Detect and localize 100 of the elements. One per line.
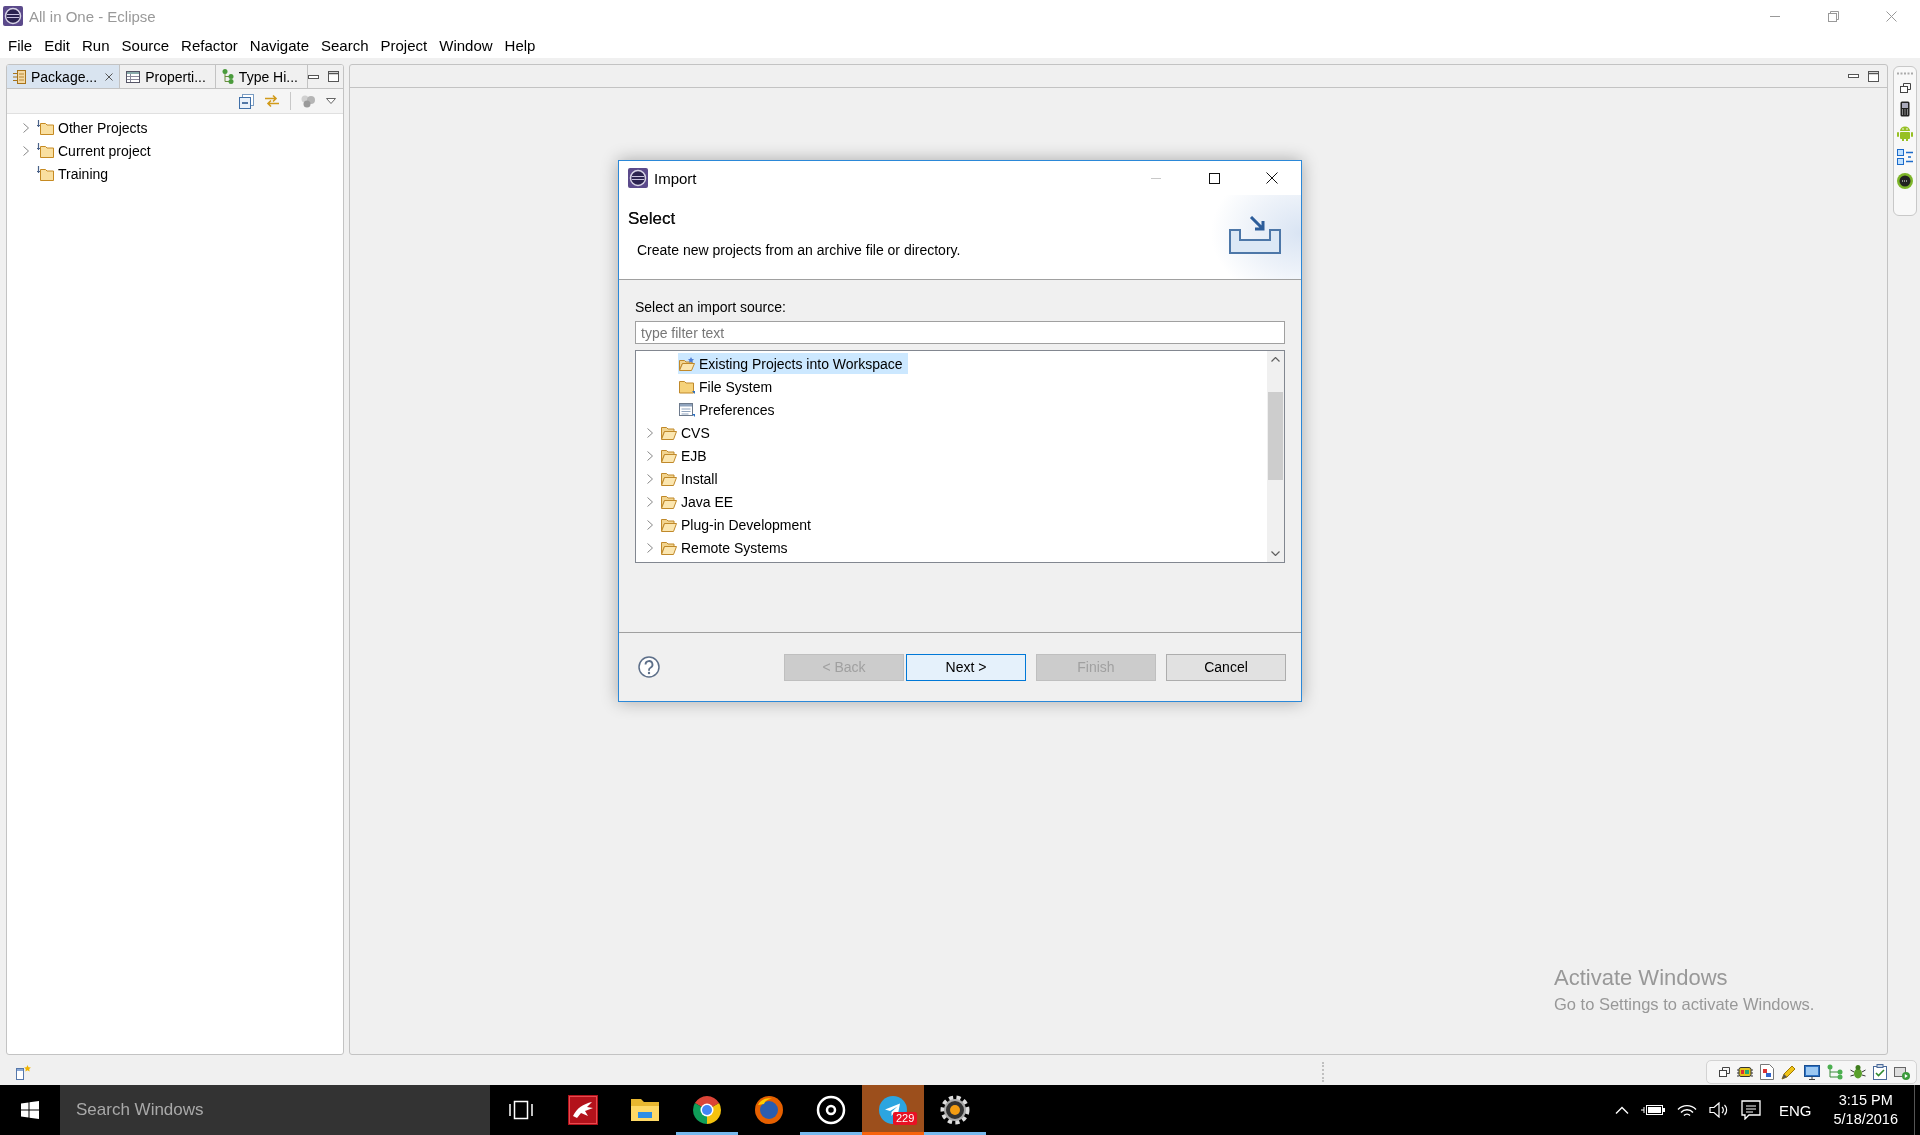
cancel-button[interactable]: Cancel bbox=[1166, 653, 1286, 681]
tree-item[interactable]: EJB bbox=[660, 445, 712, 466]
tree-item[interactable]: File System bbox=[678, 376, 778, 397]
menu-item[interactable]: Refactor bbox=[175, 33, 244, 57]
tree-item[interactable]: Java EE bbox=[660, 491, 739, 512]
scrollbar-track[interactable] bbox=[1267, 351, 1284, 562]
clock-time[interactable]: 3:15 PM bbox=[1838, 1091, 1893, 1110]
folder-icon bbox=[630, 1097, 660, 1123]
project-folder-icon bbox=[37, 120, 54, 135]
project-folder-icon bbox=[37, 143, 54, 158]
clipboard-icon[interactable] bbox=[1873, 1064, 1887, 1080]
circles-icon[interactable] bbox=[301, 94, 316, 108]
folder-icon bbox=[679, 379, 695, 394]
window-title: All in One - Eclipse bbox=[29, 7, 156, 25]
tree-item[interactable]: Install bbox=[660, 468, 723, 489]
chevron-right-icon[interactable] bbox=[647, 496, 653, 507]
list-icon[interactable] bbox=[1897, 149, 1913, 165]
menu-item[interactable]: Project bbox=[374, 33, 434, 57]
menu-item[interactable]: Source bbox=[115, 33, 176, 57]
tree-item[interactable]: Training bbox=[36, 163, 114, 184]
language-indicator[interactable]: ENG bbox=[1778, 1101, 1812, 1119]
filter-field[interactable]: type filter text bbox=[635, 321, 1285, 344]
restore-icon[interactable] bbox=[1719, 1067, 1730, 1077]
view-menu-icon[interactable] bbox=[326, 98, 336, 104]
menu-item[interactable]: File bbox=[2, 33, 39, 57]
pencil-icon[interactable] bbox=[1781, 1064, 1797, 1080]
view-tab[interactable]: Package... bbox=[7, 65, 121, 88]
speaker-icon[interactable] bbox=[1708, 1102, 1729, 1118]
collapse-all-icon[interactable] bbox=[239, 93, 254, 109]
maximize-icon[interactable] bbox=[1868, 70, 1879, 82]
table-icon bbox=[126, 70, 141, 83]
chevron-right-icon[interactable] bbox=[647, 427, 653, 438]
tree-item[interactable]: Preferences bbox=[678, 399, 780, 420]
source-label: Select an import source: bbox=[635, 298, 787, 317]
logo-icon bbox=[628, 168, 648, 188]
next-button[interactable]: Next > bbox=[906, 653, 1026, 681]
restore-icon[interactable] bbox=[1899, 83, 1911, 93]
menu-item[interactable]: Help bbox=[498, 33, 542, 57]
page-description: Create new projects from an archive file or directory. bbox=[636, 241, 961, 260]
help-icon[interactable] bbox=[638, 656, 660, 678]
disc-icon[interactable] bbox=[1897, 173, 1913, 189]
chevron-right-icon[interactable] bbox=[647, 542, 653, 553]
menu-item[interactable]: Window bbox=[433, 33, 499, 57]
message-icon[interactable] bbox=[1740, 1100, 1761, 1120]
menu-item[interactable]: Edit bbox=[38, 33, 77, 57]
ring-icon bbox=[816, 1095, 846, 1125]
menu-item[interactable]: Run bbox=[76, 33, 116, 57]
maximize-icon[interactable] bbox=[1208, 172, 1220, 184]
dialog-title: Import bbox=[654, 169, 697, 187]
task-view-icon[interactable] bbox=[509, 1100, 533, 1120]
chevron-right-icon[interactable] bbox=[23, 145, 29, 156]
tray-arrow-icon bbox=[1229, 216, 1281, 254]
chevron-right-icon[interactable] bbox=[23, 122, 29, 133]
open-folder-icon bbox=[661, 517, 677, 532]
open-folder-icon bbox=[661, 425, 677, 440]
chevron-right-icon[interactable] bbox=[647, 519, 653, 530]
tree-item[interactable]: Plug-in Development bbox=[660, 514, 816, 535]
caret-up-icon[interactable] bbox=[1614, 1106, 1629, 1114]
scroll-up-icon[interactable] bbox=[1271, 357, 1280, 362]
table-icon bbox=[679, 402, 695, 417]
chevron-right-icon[interactable] bbox=[647, 473, 653, 484]
hierarchy-icon bbox=[221, 69, 234, 84]
window-star-icon[interactable] bbox=[16, 1064, 31, 1080]
segmented-circle-icon bbox=[692, 1095, 722, 1125]
open-folder-icon bbox=[661, 471, 677, 486]
project-folder-icon bbox=[37, 166, 54, 181]
chip-icon[interactable] bbox=[1737, 1065, 1753, 1079]
grip-icon[interactable] bbox=[1897, 72, 1913, 75]
open-folder-icon bbox=[679, 356, 695, 371]
windows-logo-icon bbox=[21, 1101, 39, 1119]
maximize-icon[interactable] bbox=[328, 71, 339, 82]
search-field[interactable]: Search Windows bbox=[60, 1085, 490, 1135]
menu-item[interactable]: Search bbox=[315, 33, 375, 57]
bug-icon[interactable] bbox=[1850, 1064, 1866, 1080]
tree-item[interactable]: Other Projects bbox=[36, 117, 153, 138]
clock-date[interactable]: 5/18/2016 bbox=[1833, 1110, 1898, 1129]
phone-icon[interactable] bbox=[1900, 101, 1910, 117]
tree-item[interactable]: Existing Projects into Workspace bbox=[678, 353, 908, 374]
minimize-icon[interactable] bbox=[308, 74, 319, 79]
monitor-icon[interactable] bbox=[1804, 1064, 1820, 1080]
tile-icon bbox=[568, 1095, 598, 1125]
notification-badge: 229 bbox=[893, 1112, 918, 1125]
minimize-icon[interactable] bbox=[1848, 74, 1859, 78]
wifi-icon[interactable] bbox=[1676, 1103, 1697, 1117]
activation-title: Activate Windows bbox=[1554, 964, 1729, 992]
activation-message: Go to Settings to activate Windows. bbox=[1554, 994, 1815, 1015]
scrollbar-thumb[interactable] bbox=[1268, 392, 1283, 480]
taskbar-button[interactable]: 229 bbox=[862, 1085, 924, 1135]
chevron-right-icon[interactable] bbox=[647, 450, 653, 461]
page-heading: Select bbox=[628, 209, 677, 229]
document-icon[interactable] bbox=[1760, 1064, 1774, 1080]
menu-item[interactable]: Navigate bbox=[243, 33, 315, 57]
network-icon[interactable] bbox=[1827, 1064, 1843, 1080]
tree-item[interactable]: Remote Systems bbox=[660, 537, 793, 558]
battery-icon[interactable] bbox=[1640, 1104, 1665, 1116]
tree-item[interactable]: CVS bbox=[660, 422, 715, 443]
tree-item[interactable]: Current project bbox=[36, 140, 156, 161]
scroll-down-icon[interactable] bbox=[1271, 551, 1280, 556]
close-icon[interactable] bbox=[1266, 172, 1278, 184]
window-play-icon[interactable] bbox=[1894, 1064, 1910, 1080]
